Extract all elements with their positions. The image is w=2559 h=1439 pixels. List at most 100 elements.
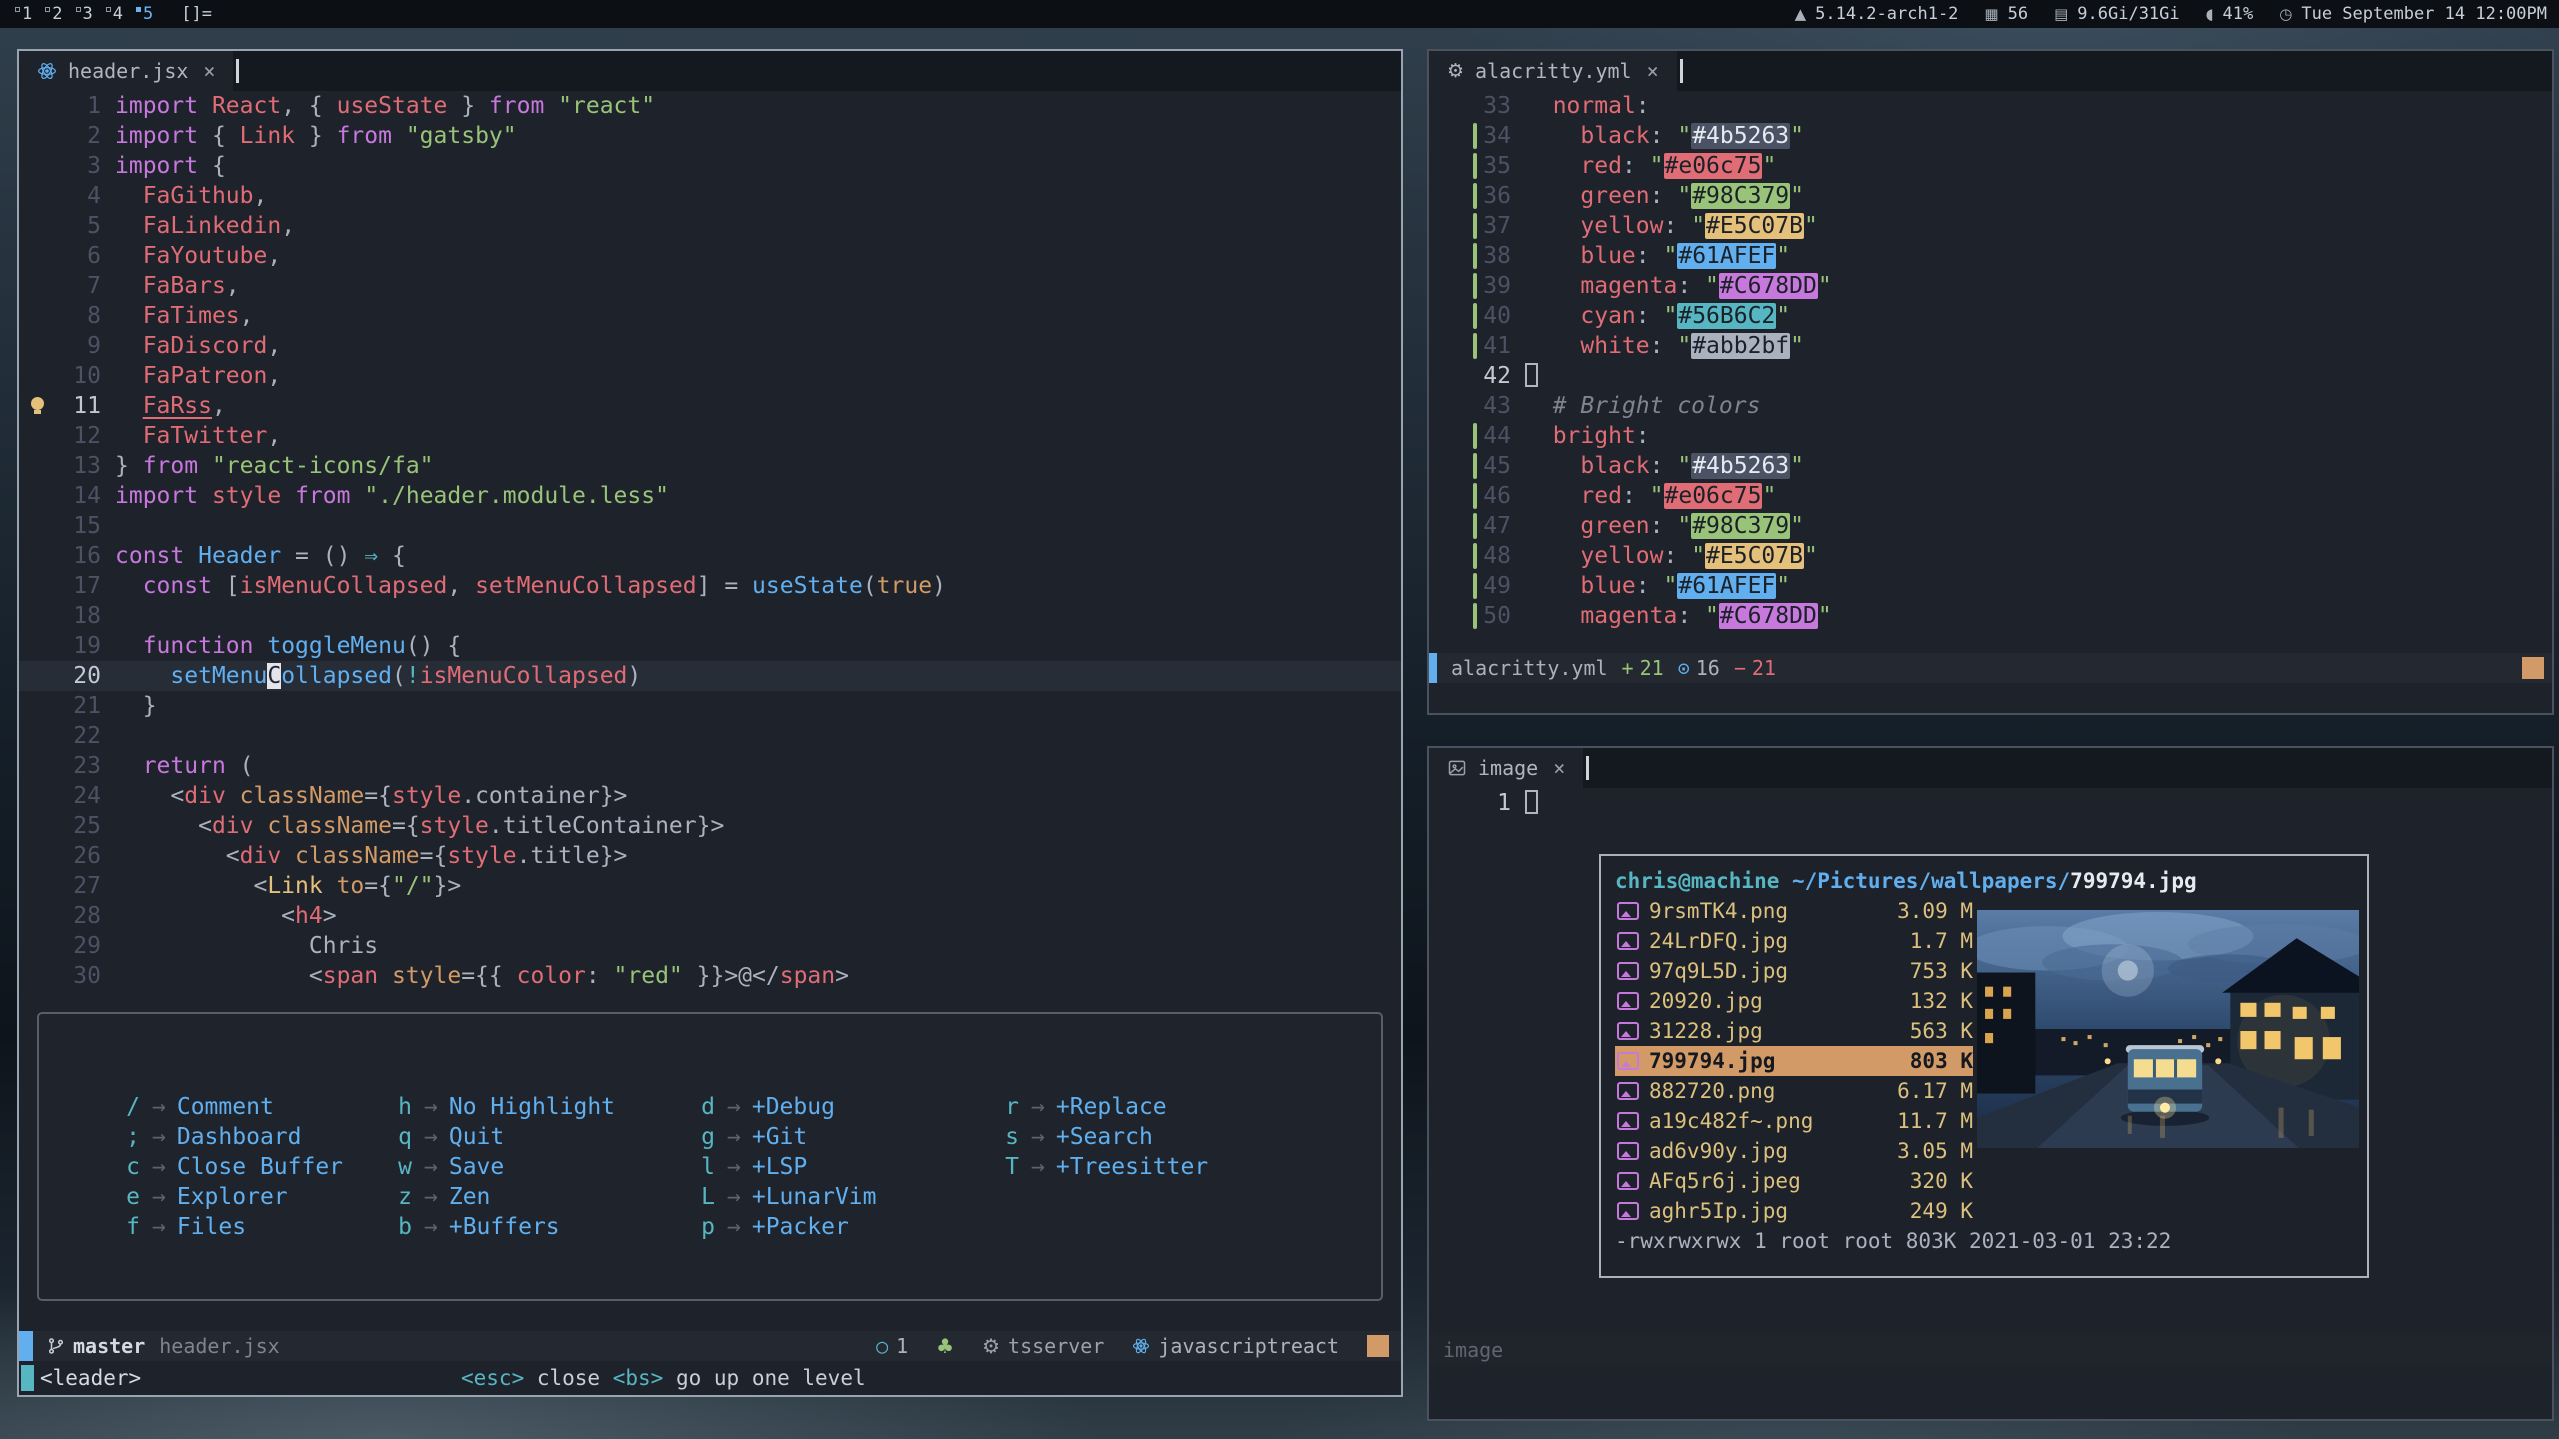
code-line[interactable]: 39 magenta: "#C678DD" bbox=[1429, 271, 2552, 301]
cmdline[interactable] bbox=[1429, 683, 2552, 713]
close-icon[interactable]: × bbox=[1647, 59, 1659, 83]
code-line[interactable]: 48 yellow: "#E5C07B" bbox=[1429, 541, 2552, 571]
file-row[interactable]: AFq5r6j.jpeg320 K bbox=[1615, 1166, 1973, 1196]
code-line[interactable]: 22 bbox=[19, 721, 1401, 751]
code-line[interactable]: 37 yellow: "#E5C07B" bbox=[1429, 211, 2552, 241]
whichkey-binding[interactable]: w→Save bbox=[397, 1152, 700, 1182]
code-line[interactable]: 4 FaGithub, bbox=[19, 181, 1401, 211]
code-line[interactable]: 24 <div className={style.container}> bbox=[19, 781, 1401, 811]
code-line[interactable]: 21 } bbox=[19, 691, 1401, 721]
code-buffer-image[interactable]: chris@machine ~/Pictures/wallpapers/7997… bbox=[1429, 788, 2552, 1335]
code-line[interactable]: 26 <div className={style.title}> bbox=[19, 841, 1401, 871]
code-line[interactable]: 23 return ( bbox=[19, 751, 1401, 781]
layout-symbol[interactable]: []= bbox=[181, 4, 212, 24]
code-line[interactable]: 43 # Bright colors bbox=[1429, 391, 2552, 421]
code-line[interactable]: 36 green: "#98C379" bbox=[1429, 181, 2552, 211]
file-row[interactable]: 31228.jpg563 K bbox=[1615, 1016, 1973, 1046]
scroll-indicator[interactable] bbox=[1367, 1335, 1389, 1357]
code-line[interactable]: 41 white: "#abb2bf" bbox=[1429, 331, 2552, 361]
close-icon[interactable]: × bbox=[1553, 756, 1565, 780]
code-line[interactable]: 12 FaTwitter, bbox=[19, 421, 1401, 451]
workspace-tag-2[interactable]: 2 bbox=[42, 4, 72, 24]
workspace-tag-1[interactable]: 1 bbox=[12, 4, 42, 24]
code-line[interactable]: 44 bright: bbox=[1429, 421, 2552, 451]
code-line[interactable]: 7 FaBars, bbox=[19, 271, 1401, 301]
code-line[interactable]: 10 FaPatreon, bbox=[19, 361, 1401, 391]
whichkey-binding[interactable]: L→+LunarVim bbox=[700, 1182, 1004, 1212]
code-line[interactable]: 42 bbox=[1429, 361, 2552, 391]
code-line[interactable]: 30 <span style={{ color: "red" }}>@</spa… bbox=[19, 961, 1401, 991]
code-line[interactable]: 19 function toggleMenu() { bbox=[19, 631, 1401, 661]
close-icon[interactable]: × bbox=[203, 59, 215, 83]
whichkey-binding[interactable]: c→Close Buffer bbox=[125, 1152, 397, 1182]
code-line[interactable]: 14import style from "./header.module.les… bbox=[19, 481, 1401, 511]
whichkey-binding[interactable]: l→+LSP bbox=[700, 1152, 1004, 1182]
code-line[interactable]: 49 blue: "#61AFEF" bbox=[1429, 571, 2552, 601]
code-line[interactable]: 35 red: "#e06c75" bbox=[1429, 151, 2552, 181]
code-line[interactable]: 46 red: "#e06c75" bbox=[1429, 481, 2552, 511]
tab-header-jsx[interactable]: header.jsx × bbox=[19, 51, 233, 91]
code-line[interactable]: 9 FaDiscord, bbox=[19, 331, 1401, 361]
code-line[interactable]: 45 black: "#4b5263" bbox=[1429, 451, 2552, 481]
file-row[interactable]: 20920.jpg132 K bbox=[1615, 986, 1973, 1016]
file-row[interactable]: 799794.jpg803 K bbox=[1615, 1046, 1973, 1076]
lightbulb-icon[interactable] bbox=[31, 397, 44, 410]
code-line[interactable]: 38 blue: "#61AFEF" bbox=[1429, 241, 2552, 271]
code-line[interactable]: 47 green: "#98C379" bbox=[1429, 511, 2552, 541]
file-row[interactable]: 24LrDFQ.jpg1.7 M bbox=[1615, 926, 1973, 956]
workspace-tag-4[interactable]: 4 bbox=[103, 4, 133, 24]
file-row[interactable]: 882720.png6.17 M bbox=[1615, 1076, 1973, 1106]
cmdline[interactable]: <leader> <esc> close <bs> go up one leve… bbox=[19, 1361, 1401, 1395]
workspace-tag-3[interactable]: 3 bbox=[73, 4, 103, 24]
code-line[interactable]: 29 Chris bbox=[19, 931, 1401, 961]
code-line[interactable]: 3import { bbox=[19, 151, 1401, 181]
code-line[interactable]: 50 magenta: "#C678DD" bbox=[1429, 601, 2552, 631]
whichkey-binding[interactable]: e→Explorer bbox=[125, 1182, 397, 1212]
code-line[interactable]: 40 cyan: "#56B6C2" bbox=[1429, 301, 2552, 331]
code-line[interactable]: 5 FaLinkedin, bbox=[19, 211, 1401, 241]
code-line[interactable]: 8 FaTimes, bbox=[19, 301, 1401, 331]
code-line[interactable]: 13} from "react-icons/fa" bbox=[19, 451, 1401, 481]
code-line[interactable]: 27 <Link to={"/"}> bbox=[19, 871, 1401, 901]
code-line[interactable]: 34 black: "#4b5263" bbox=[1429, 121, 2552, 151]
code-buffer-alacritty[interactable]: 33 normal:34 black: "#4b5263"35 red: "#e… bbox=[1429, 91, 2552, 653]
whichkey-binding[interactable]: b→+Buffers bbox=[397, 1212, 700, 1242]
gutter: 21 bbox=[19, 691, 115, 721]
whichkey-binding[interactable]: q→Quit bbox=[397, 1122, 700, 1152]
whichkey-binding[interactable]: f→Files bbox=[125, 1212, 397, 1242]
whichkey-binding[interactable]: s→+Search bbox=[1004, 1122, 1208, 1152]
code-line[interactable]: 11 FaRss, bbox=[19, 391, 1401, 421]
code-line[interactable]: 16const Header = () ⇒ { bbox=[19, 541, 1401, 571]
file-row[interactable]: 97q9L5D.jpg753 K bbox=[1615, 956, 1973, 986]
whichkey-binding[interactable]: T→+Treesitter bbox=[1004, 1152, 1208, 1182]
tab-alacritty-yml[interactable]: ⚙ alacritty.yml × bbox=[1429, 51, 1677, 91]
code-line[interactable]: 20 setMenuCollapsed(!isMenuCollapsed) bbox=[19, 661, 1401, 691]
whichkey-binding[interactable]: d→+Debug bbox=[700, 1092, 1004, 1122]
cmdline[interactable] bbox=[1429, 1365, 2552, 1419]
code-line[interactable]: 2import { Link } from "gatsby" bbox=[19, 121, 1401, 151]
whichkey-binding[interactable]: /→Comment bbox=[125, 1092, 397, 1122]
code-line[interactable]: 1 bbox=[1429, 788, 2552, 818]
code-line[interactable]: 1import React, { useState } from "react" bbox=[19, 91, 1401, 121]
file-row[interactable]: ad6v90y.jpg3.05 M bbox=[1615, 1136, 1973, 1166]
whichkey-binding[interactable]: h→No Highlight bbox=[397, 1092, 700, 1122]
workspace-tag-5[interactable]: 5 bbox=[133, 4, 163, 24]
tab-image[interactable]: image × bbox=[1429, 748, 1583, 788]
file-row[interactable]: a19c482f~.png11.7 M bbox=[1615, 1106, 1973, 1136]
file-row[interactable]: 9rsmTK4.png3.09 M bbox=[1615, 896, 1973, 926]
code-line[interactable]: 25 <div className={style.titleContainer}… bbox=[19, 811, 1401, 841]
whichkey-binding[interactable]: g→+Git bbox=[700, 1122, 1004, 1152]
whichkey-binding[interactable]: z→Zen bbox=[397, 1182, 700, 1212]
git-branch[interactable]: master bbox=[47, 1334, 145, 1358]
code-line[interactable]: 28 <h4> bbox=[19, 901, 1401, 931]
whichkey-binding[interactable]: p→+Packer bbox=[700, 1212, 1004, 1242]
scroll-indicator[interactable] bbox=[2522, 657, 2544, 679]
file-row[interactable]: aghr5Ip.jpg249 K bbox=[1615, 1196, 1973, 1226]
code-line[interactable]: 18 bbox=[19, 601, 1401, 631]
code-line[interactable]: 17 const [isMenuCollapsed, setMenuCollap… bbox=[19, 571, 1401, 601]
whichkey-binding[interactable]: r→+Replace bbox=[1004, 1092, 1208, 1122]
code-line[interactable]: 6 FaYoutube, bbox=[19, 241, 1401, 271]
code-line[interactable]: 33 normal: bbox=[1429, 91, 2552, 121]
whichkey-binding[interactable]: ;→Dashboard bbox=[125, 1122, 397, 1152]
code-line[interactable]: 15 bbox=[19, 511, 1401, 541]
